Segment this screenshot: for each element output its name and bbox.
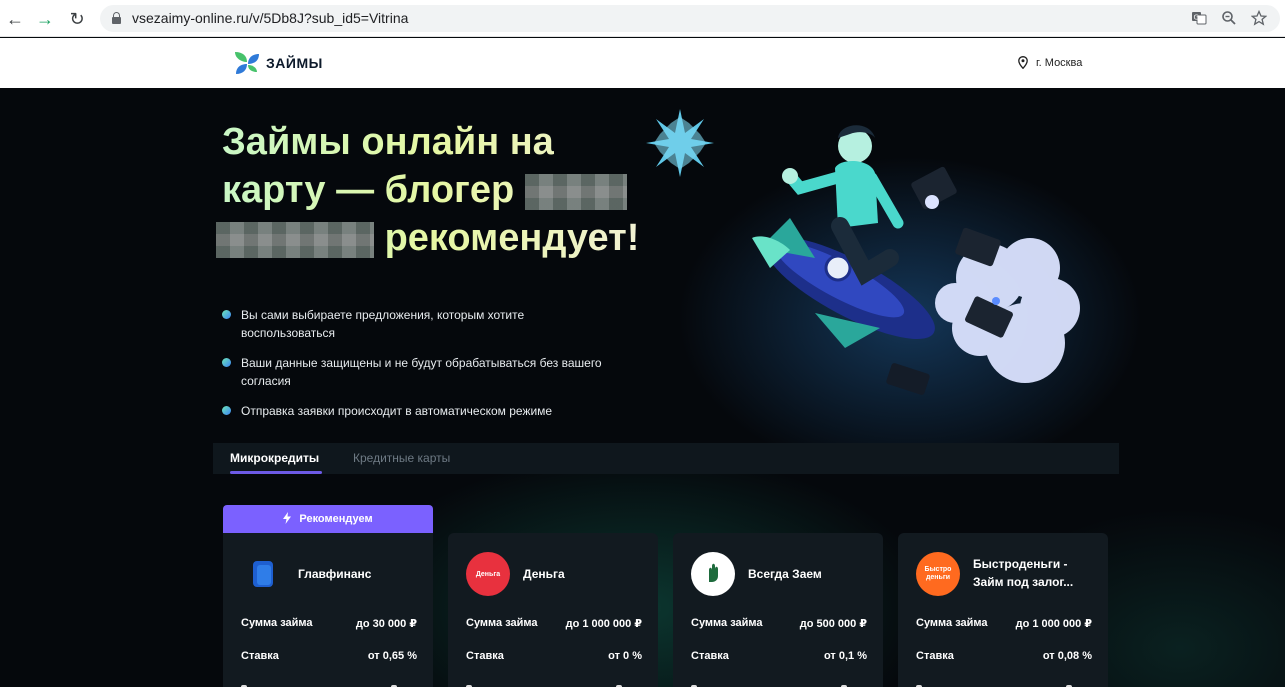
hero-title-line-1: Займы онлайн на — [222, 121, 554, 163]
offer-name: Деньга — [523, 567, 565, 581]
benefit-item: Вы сами выбираете предложения, которым х… — [222, 306, 602, 342]
burst-star-icon — [646, 109, 714, 177]
glavfinance-logo-icon — [241, 552, 285, 596]
leaf-logo-icon[interactable] — [233, 50, 261, 76]
amount-row: Сумма займа до 500 000 ₽ — [691, 617, 867, 630]
offer-card[interactable]: Быстро деньги Быстроденьги - Займ под за… — [898, 533, 1108, 687]
recommend-badge: Рекомендуем — [223, 505, 433, 533]
site-logo-text[interactable]: ЗАЙМЫ — [266, 55, 323, 71]
benefit-item: Отправка заявки происходит в автоматичес… — [222, 402, 602, 420]
bookmark-star-icon[interactable] — [1250, 9, 1268, 28]
tab-microcredits[interactable]: Микрокредиты — [230, 451, 319, 465]
url-text: vsezaimy-online.ru/v/5Db8J?sub_id5=Vitri… — [132, 10, 409, 26]
bullet-dot-icon — [222, 358, 231, 367]
offer-card[interactable]: Всегда Заем Сумма займа до 500 000 ₽ Став… — [673, 533, 883, 687]
rate-row: Ставка от 0,08 % — [916, 650, 1092, 662]
amount-row: Сумма займа до 1 000 000 ₽ — [466, 617, 642, 630]
hero-title-line-2: карту — блогер — [222, 169, 515, 211]
offer-name: Всегда Заем — [748, 567, 822, 581]
browser-toolbar: ← → ↻ vsezaimy-online.ru/v/5Db8J?sub_id5… — [0, 0, 1285, 37]
rate-row: Ставка от 0,65 % — [241, 650, 417, 662]
bullet-dot-icon — [222, 406, 231, 415]
back-arrow-icon[interactable]: ← — [4, 8, 26, 30]
forward-arrow-icon[interactable]: → — [34, 8, 56, 30]
offer-tabs: Микрокредиты Кредитные карты — [213, 443, 1119, 474]
bystrodengi-logo-icon: Быстро деньги — [916, 552, 960, 596]
tab-credit-cards[interactable]: Кредитные карты — [353, 451, 450, 465]
rate-row: Ставка от 0 % — [466, 650, 642, 662]
rate-row: Ставка от 0,1 % — [691, 650, 867, 662]
address-bar[interactable]: vsezaimy-online.ru/v/5Db8J?sub_id5=Vitri… — [100, 5, 1280, 32]
amount-row: Сумма займа до 1 000 000 ₽ — [916, 617, 1092, 630]
hero-section: Займы онлайн на карту — блогер рекоменду… — [0, 88, 1285, 687]
reload-icon[interactable]: ↻ — [66, 8, 88, 30]
city-selector[interactable]: г. Москва — [1018, 56, 1083, 70]
active-tab-indicator — [230, 471, 322, 474]
offer-card[interactable]: Деньга Деньга Сумма займа до 1 000 000 ₽ … — [448, 533, 658, 687]
lightning-icon — [283, 511, 292, 527]
bullet-dot-icon — [222, 310, 231, 319]
blurred-name-block — [216, 221, 374, 258]
recommend-label: Рекомендуем — [299, 513, 373, 525]
offer-name: Быстроденьги - Займ под залог... — [973, 557, 1074, 589]
offer-card[interactable]: Главфинанс Сумма займа до 30 000 ₽ Ставка… — [223, 533, 433, 687]
location-pin-icon — [1018, 56, 1028, 70]
hero-title-line-3: рекомендует! — [384, 217, 640, 259]
rocket-rider-illustration — [640, 98, 1100, 398]
svg-text:G: G — [1194, 14, 1199, 22]
site-header: ЗАЙМЫ г. Москва — [0, 38, 1285, 88]
blurred-name-block — [524, 173, 627, 210]
denga-logo-icon: Деньга — [466, 552, 510, 596]
city-label: г. Москва — [1036, 56, 1083, 69]
benefits-list: Вы сами выбираете предложения, которым х… — [222, 306, 602, 432]
hero-title: Займы онлайн на карту — блогер рекоменду… — [216, 118, 692, 262]
offer-name: Главфинанс — [298, 567, 372, 581]
translate-icon[interactable]: G — [1190, 10, 1208, 28]
amount-row: Сумма займа до 30 000 ₽ — [241, 617, 417, 630]
lock-icon — [112, 12, 121, 24]
benefit-item: Ваши данные защищены и не будут обрабаты… — [222, 354, 602, 390]
zoom-icon[interactable] — [1220, 10, 1238, 28]
vsegda-zaem-logo-icon — [691, 552, 735, 596]
